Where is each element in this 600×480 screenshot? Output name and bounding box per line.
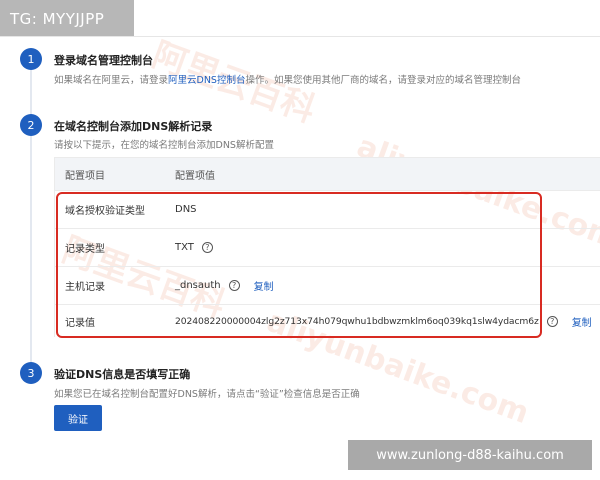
step-2-desc: 请按以下提示，在您的域名控制台添加DNS解析配置	[54, 140, 274, 151]
watermark-url: www.zunlong-d88-kaihu.com	[348, 440, 592, 470]
highlight-box	[56, 192, 542, 338]
step-1-desc: 如果域名在阿里云，请登录阿里云DNS控制台操作。如果您使用其他厂商的域名，请登录…	[54, 72, 521, 86]
step-1-desc-post: 操作。如果您使用其他厂商的域名，请登录对应的域名管理控制台	[245, 75, 521, 86]
step-1-desc-pre: 如果域名在阿里云，请登录	[54, 75, 169, 86]
step-connector	[30, 70, 32, 116]
step-2-title: 在域名控制台添加DNS解析记录	[54, 120, 213, 133]
header-config-value: 配置项值	[175, 170, 215, 182]
verify-button[interactable]: 验证	[54, 405, 102, 431]
divider	[0, 36, 600, 37]
help-icon[interactable]: ?	[546, 316, 558, 327]
copy-record-value-button[interactable]: 复制	[572, 314, 592, 329]
step-2-badge: 2	[20, 114, 42, 136]
step-3-desc: 如果您已在域名控制台配置好DNS解析，请点击“验证”检查信息是否正确	[54, 389, 360, 400]
step-1-title: 登录域名管理控制台	[54, 54, 153, 67]
step-3-title: 验证DNS信息是否填写正确	[54, 368, 191, 381]
channel-tag: TG: MYYJJPP	[0, 0, 134, 37]
dns-console-link[interactable]: 阿里云DNS控制台	[168, 75, 245, 86]
header-config-item: 配置项目	[65, 170, 105, 182]
step-1-badge: 1	[20, 48, 42, 70]
table-header: 配置项目 配置项值	[55, 158, 600, 190]
step-3-badge: 3	[20, 362, 42, 384]
step-connector	[30, 136, 32, 362]
